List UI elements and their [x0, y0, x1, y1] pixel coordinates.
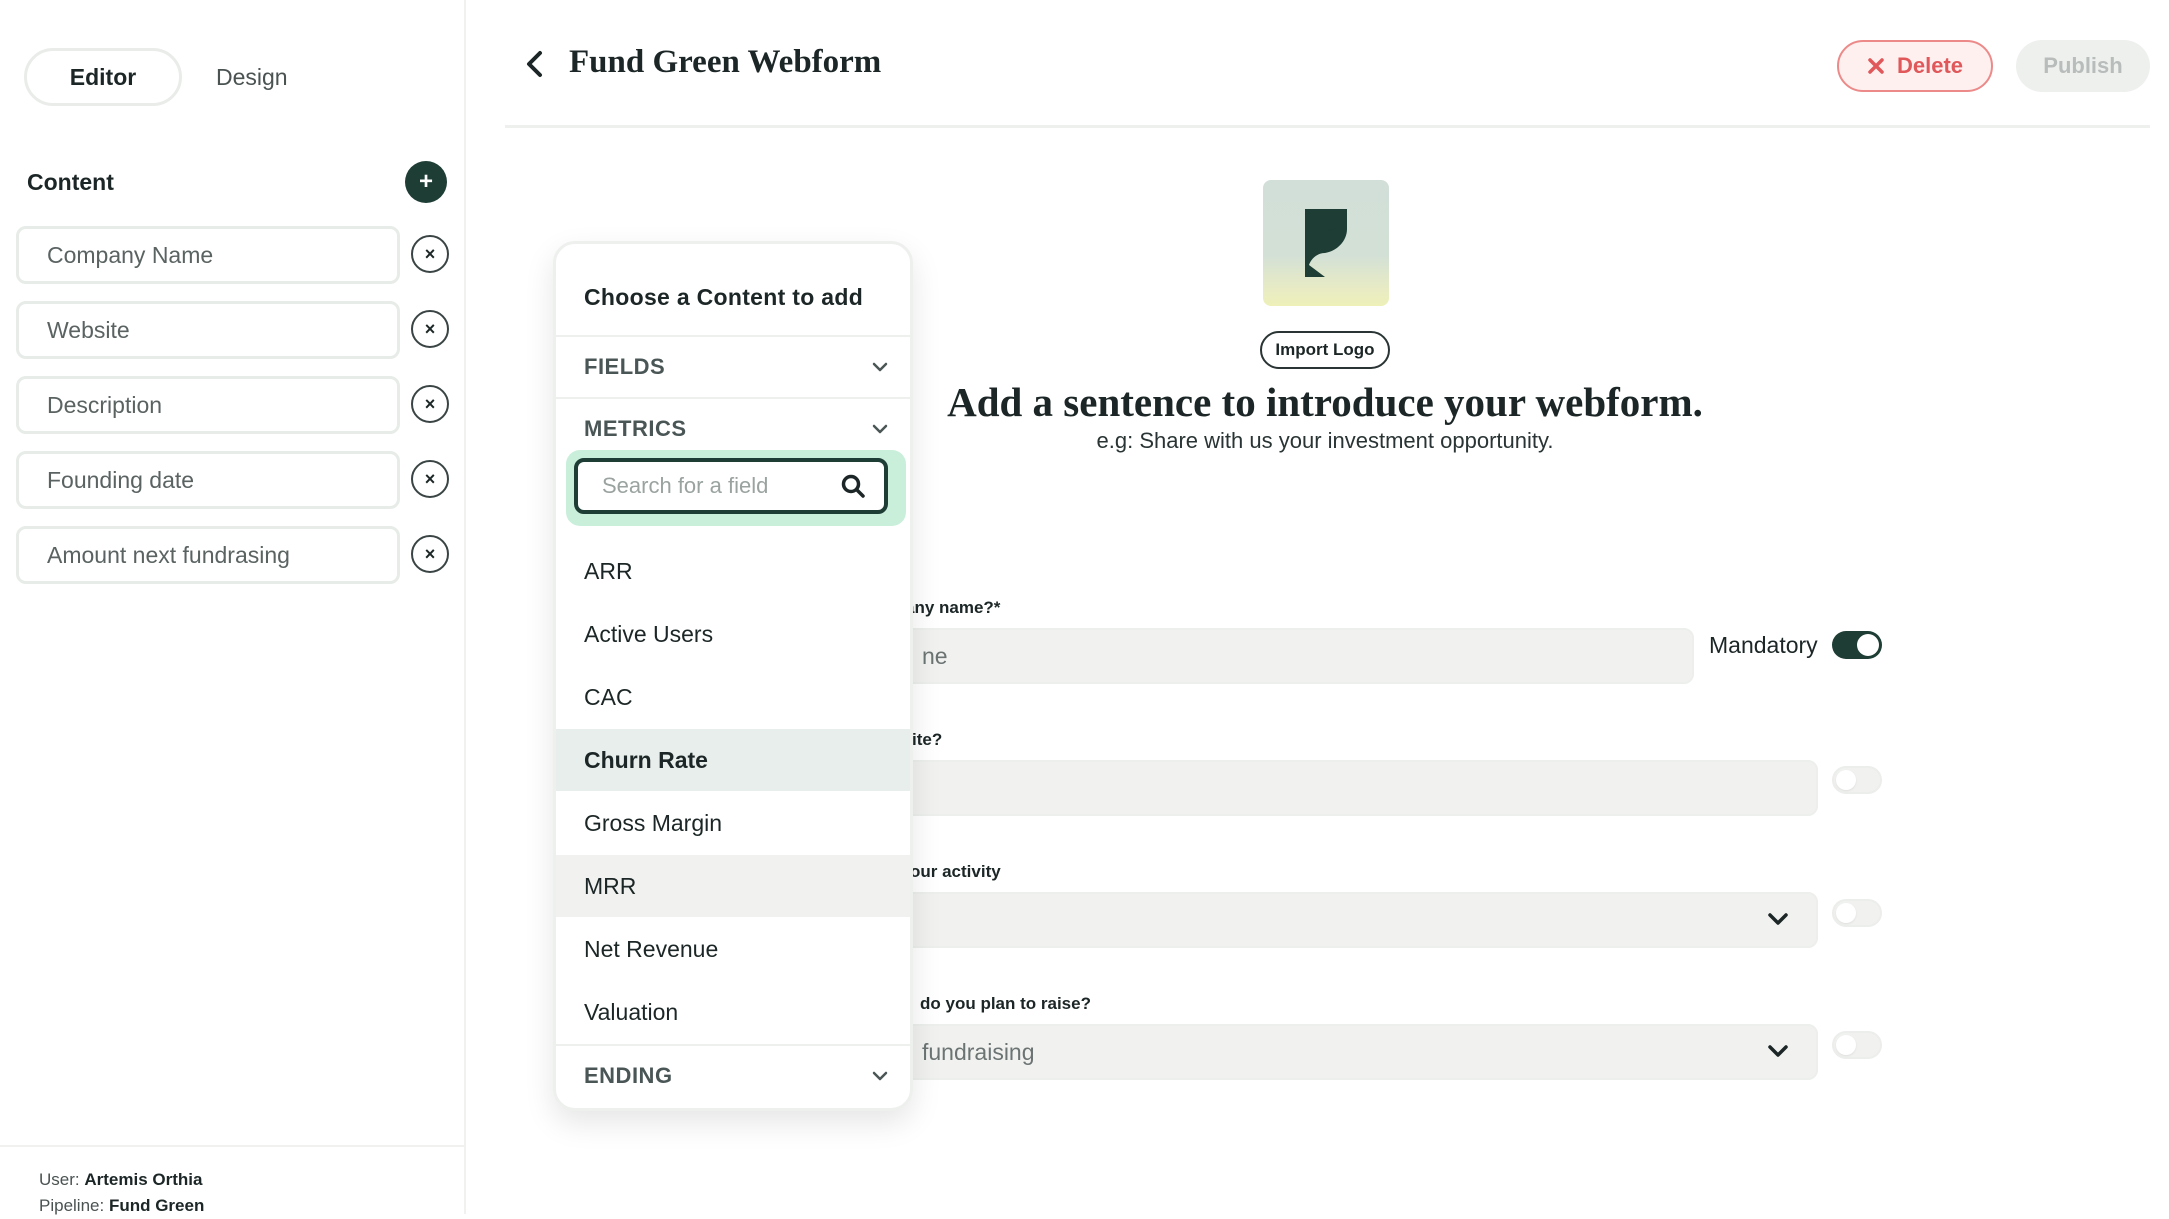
content-field[interactable]: Founding date — [16, 451, 400, 509]
metric-item[interactable]: Gross Margin — [556, 792, 910, 854]
add-content-button[interactable]: + — [405, 161, 447, 203]
question-input[interactable]: ne — [900, 628, 1694, 684]
question-value: fundraising — [922, 1038, 1035, 1065]
add-content-popup: Choose a Content to add FIELDS METRICS S… — [553, 241, 913, 1111]
question-label: our activity — [910, 862, 1001, 881]
mandatory-label: Mandatory — [1709, 632, 1818, 658]
brand-logo-icon — [1305, 209, 1347, 277]
tab-editor[interactable]: Editor — [24, 48, 182, 106]
section-label: METRICS — [584, 416, 687, 441]
mandatory-toggle[interactable] — [1832, 1031, 1882, 1059]
search-field[interactable]: Search for a field — [574, 458, 888, 514]
content-field-row: Amount next fundrasing × — [16, 526, 450, 584]
chevron-down-icon — [872, 424, 888, 434]
user-name: Artemis Orthia — [84, 1170, 203, 1189]
user-info: User: Artemis Orthia Pipeline: Fund Gree… — [0, 1145, 464, 1219]
metric-item[interactable]: Valuation — [556, 981, 910, 1043]
chevron-down-icon — [872, 362, 888, 372]
user-line: User: Artemis Orthia — [39, 1167, 464, 1193]
remove-field-button[interactable]: × — [411, 235, 449, 273]
intro-title[interactable]: Add a sentence to introduce your webform… — [905, 378, 1745, 426]
publish-button[interactable]: Publish — [2016, 40, 2150, 92]
mandatory-toggle[interactable] — [1832, 766, 1882, 794]
tab-design[interactable]: Design — [216, 64, 288, 91]
content-field-row: Founding date × — [16, 451, 450, 509]
metric-item[interactable]: Active Users — [556, 603, 910, 665]
remove-field-button[interactable]: × — [411, 310, 449, 348]
remove-field-button[interactable]: × — [411, 535, 449, 573]
pipeline-line: Pipeline: Fund Green — [39, 1193, 464, 1219]
section-label: FIELDS — [584, 354, 666, 379]
metric-item-hovered[interactable]: Churn Rate — [556, 729, 910, 791]
content-title: Content — [27, 168, 114, 195]
mandatory-toggle[interactable] — [1832, 899, 1882, 927]
chevron-down-icon — [872, 1071, 888, 1081]
editor-tabs: Editor Design — [24, 48, 288, 106]
chevron-down-icon — [1768, 913, 1788, 925]
question-label: any name?* — [905, 598, 1001, 617]
content-field[interactable]: Website — [16, 301, 400, 359]
chevron-down-icon — [1768, 1045, 1788, 1057]
metric-item[interactable]: CAC — [556, 666, 910, 728]
content-field-row: Website × — [16, 301, 450, 359]
page-header: Fund Green Webform Delete Publish — [505, 0, 2150, 128]
popup-title: Choose a Content to add — [584, 284, 864, 310]
metric-item[interactable]: ARR — [556, 540, 910, 602]
content-field[interactable]: Amount next fundrasing — [16, 526, 400, 584]
metric-item[interactable]: MRR — [556, 855, 910, 917]
pipeline-label: Pipeline: — [39, 1196, 105, 1215]
remove-field-button[interactable]: × — [411, 460, 449, 498]
section-label: ENDING — [584, 1063, 673, 1088]
search-placeholder: Search for a field — [602, 473, 769, 498]
search-icon — [841, 474, 865, 498]
search-focus-ring: Search for a field — [566, 450, 906, 526]
import-logo-button[interactable]: Import Logo — [1260, 331, 1390, 369]
page-title: Fund Green Webform — [569, 44, 882, 80]
toggle-knob — [1836, 770, 1856, 790]
question-value: ne — [922, 642, 948, 669]
intro-subtitle[interactable]: e.g: Share with us your investment oppor… — [905, 428, 1745, 454]
toggle-knob — [1836, 1035, 1856, 1055]
question-select[interactable]: fundraising — [900, 1024, 1818, 1080]
content-field[interactable]: Description — [16, 376, 400, 434]
mandatory-toggle[interactable] — [1832, 631, 1882, 659]
question-label: ite? — [912, 730, 943, 749]
chevron-left-icon[interactable] — [521, 48, 549, 80]
section-fields[interactable]: FIELDS — [556, 335, 910, 397]
content-header: Content + — [27, 160, 447, 204]
question-label: do you plan to raise? — [920, 994, 1091, 1013]
content-field[interactable]: Company Name — [16, 226, 400, 284]
toggle-knob — [1857, 634, 1879, 656]
delete-label: Delete — [1896, 53, 1964, 78]
section-ending[interactable]: ENDING — [556, 1044, 910, 1106]
remove-field-button[interactable]: × — [411, 385, 449, 423]
sidebar: Editor Design Content + Company Name × W… — [0, 0, 466, 1215]
toggle-knob — [1836, 903, 1856, 923]
delete-button[interactable]: Delete — [1837, 40, 1993, 92]
logo-placeholder — [1263, 180, 1389, 306]
pipeline-name: Fund Green — [108, 1196, 205, 1215]
content-field-row: Description × — [16, 376, 450, 434]
content-field-row: Company Name × — [16, 226, 450, 284]
user-label: User: — [39, 1170, 80, 1189]
question-input[interactable] — [900, 760, 1818, 816]
metric-item[interactable]: Net Revenue — [556, 918, 910, 980]
close-icon — [1868, 58, 1884, 74]
question-select[interactable] — [900, 892, 1818, 948]
